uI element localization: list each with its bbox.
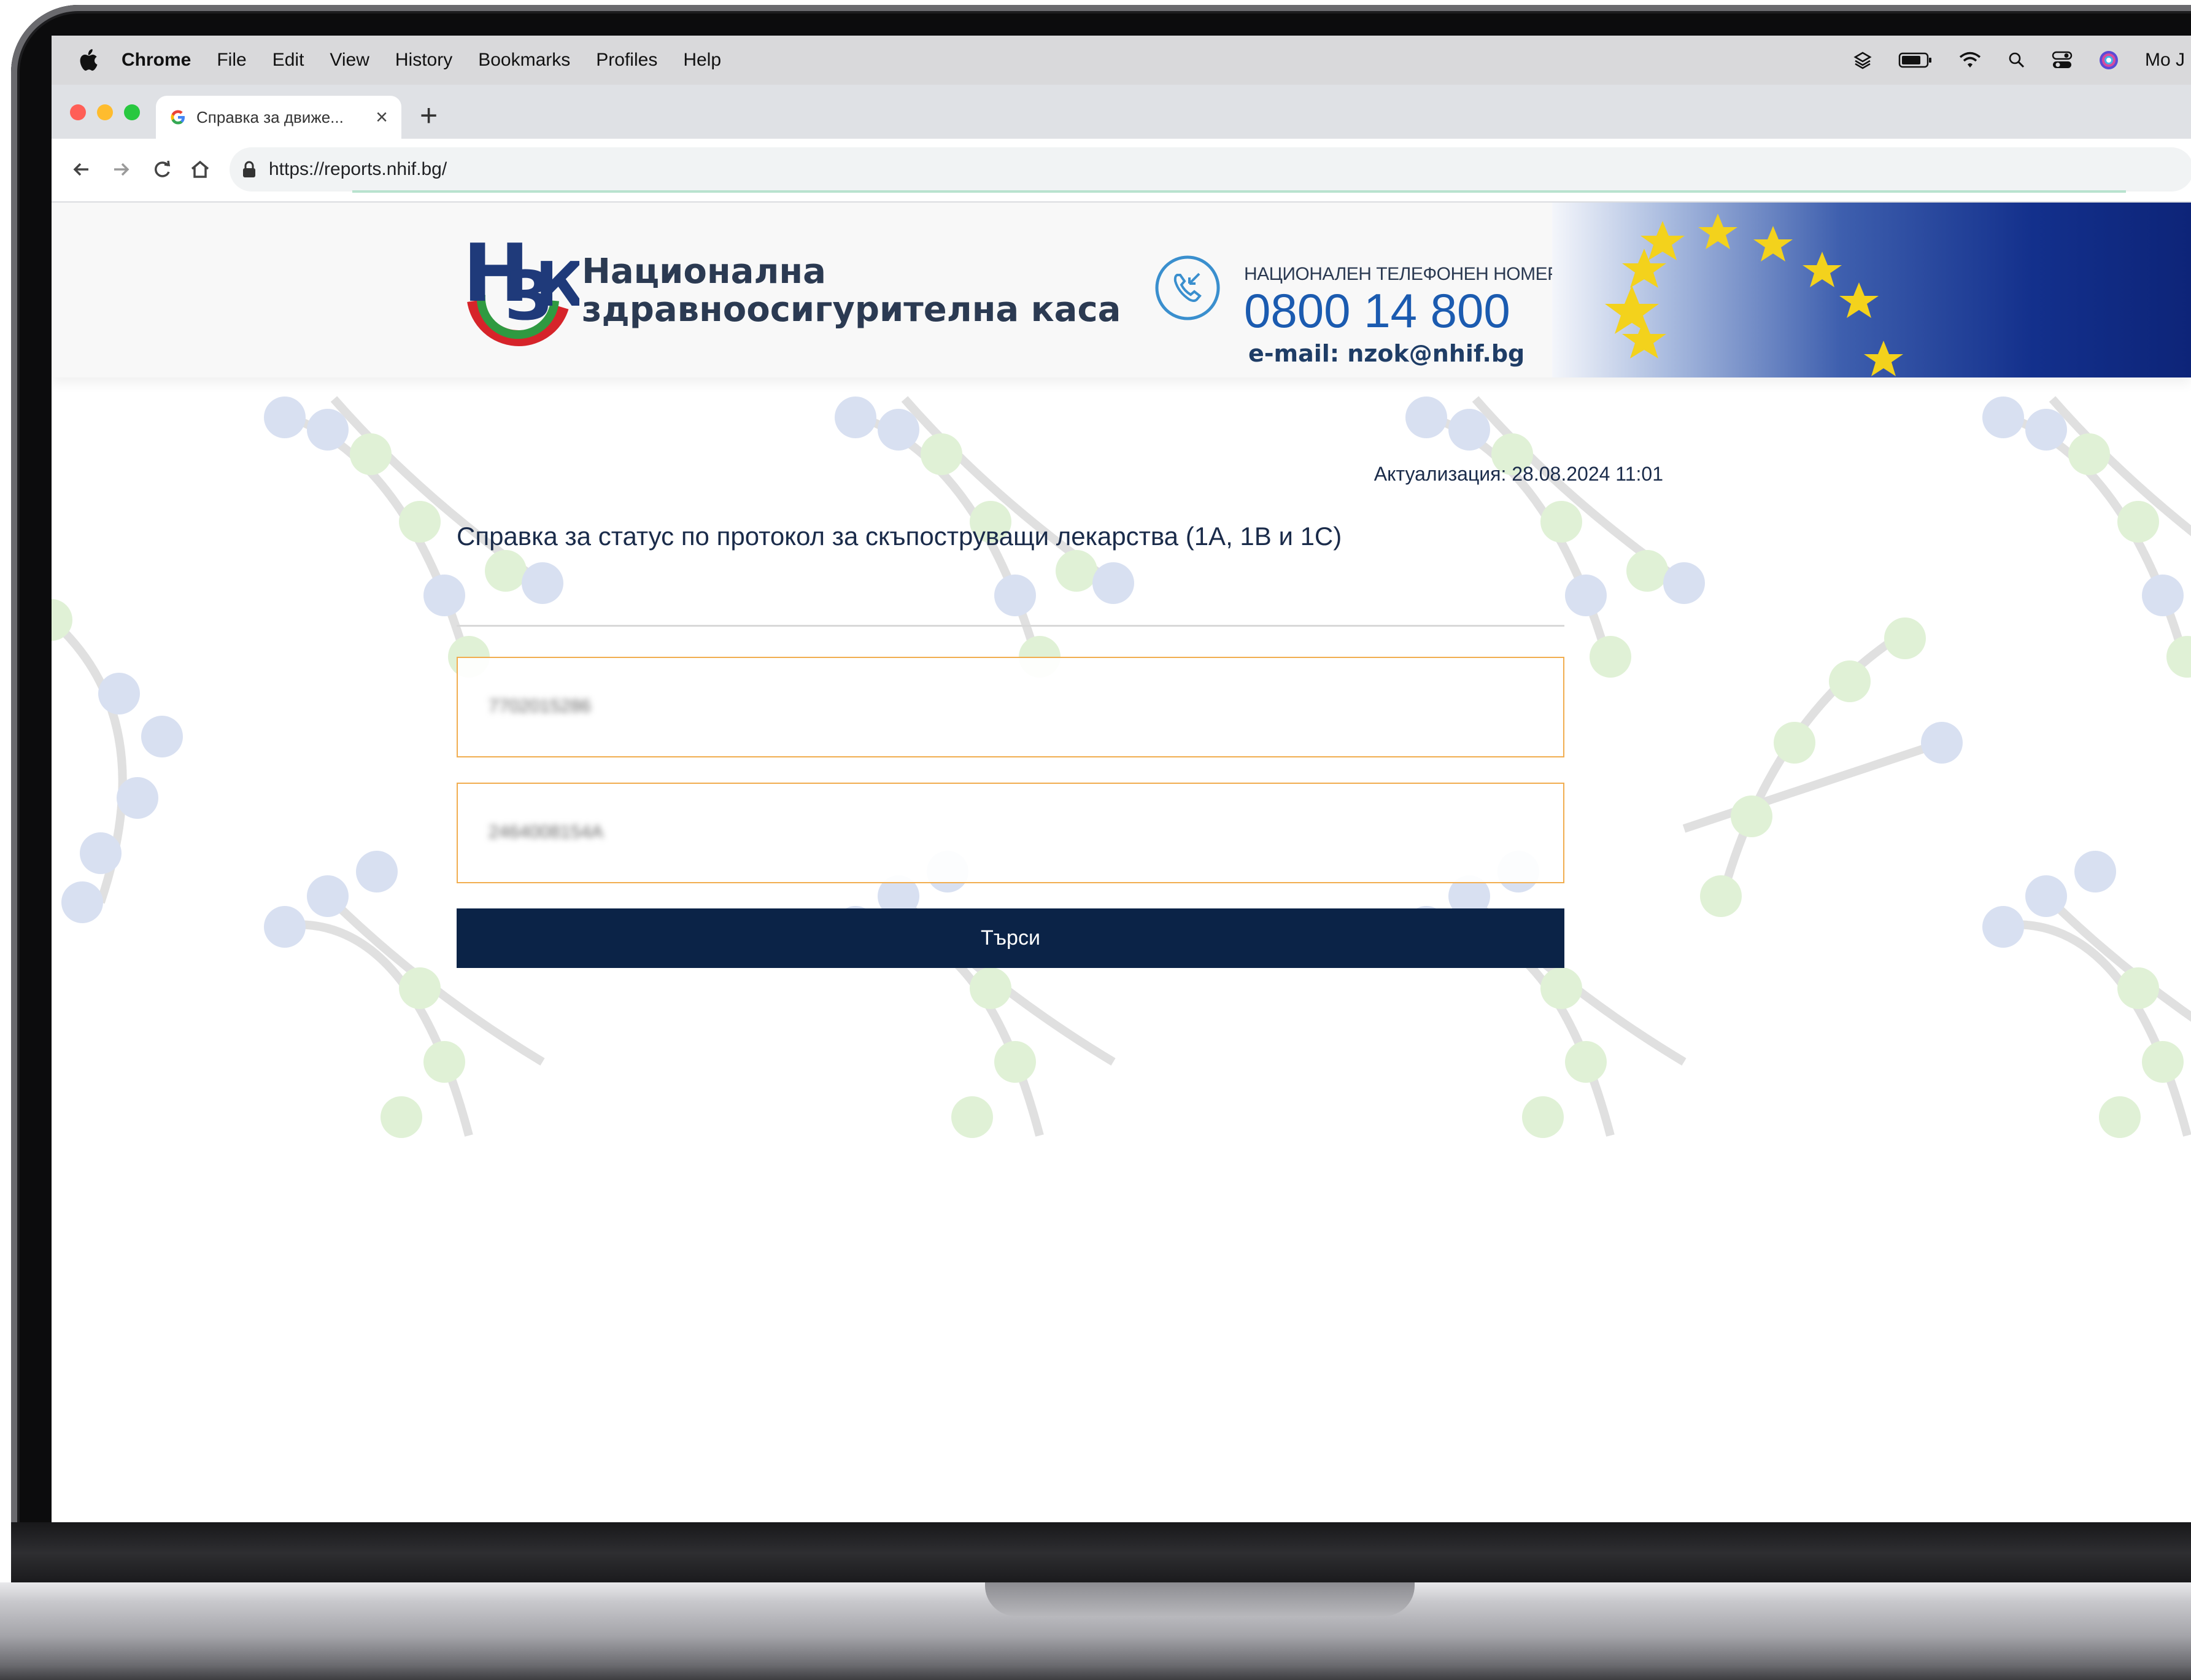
menu-history[interactable]: History bbox=[395, 50, 452, 71]
browser-tab[interactable]: Справка за движе... × bbox=[156, 96, 401, 139]
new-tab-button[interactable]: + bbox=[420, 97, 438, 134]
address-bar[interactable]: https://reports.nhif.bg/ bbox=[230, 147, 2191, 192]
page-title: Справка за статус по протокол за скъпост… bbox=[457, 522, 1342, 551]
minimize-window-button[interactable] bbox=[97, 104, 113, 120]
google-favicon-icon bbox=[171, 110, 185, 125]
wifi-icon[interactable] bbox=[1958, 51, 1982, 69]
menu-edit[interactable]: Edit bbox=[272, 50, 304, 71]
personal-id-value: 7702015286 bbox=[489, 696, 591, 716]
menu-bookmarks[interactable]: Bookmarks bbox=[478, 50, 570, 71]
phone-number[interactable]: 0800 14 800 bbox=[1244, 285, 1510, 336]
protocol-number-value: 2464008154A bbox=[489, 822, 603, 842]
tab-title: Справка за движе... bbox=[196, 107, 344, 126]
spotlight-search-icon[interactable] bbox=[2007, 51, 2026, 69]
macos-menubar: Chrome File Edit View History Bookmarks … bbox=[52, 36, 2191, 85]
last-updated-label: Актуализация: 28.08.2024 11:01 bbox=[1374, 463, 1663, 485]
menu-app-chrome[interactable]: Chrome bbox=[122, 50, 191, 71]
email-link[interactable]: e-mail: nzok@nhif.bg bbox=[1248, 340, 1524, 367]
menu-file[interactable]: File bbox=[217, 50, 246, 71]
screen: Chrome File Edit View History Bookmarks … bbox=[52, 36, 2191, 1522]
nhif-logo[interactable]: Н З К bbox=[457, 227, 579, 356]
reload-icon[interactable] bbox=[150, 157, 174, 182]
forward-icon[interactable] bbox=[109, 157, 134, 182]
eu-banner bbox=[1552, 203, 2191, 377]
search-button[interactable]: Търси bbox=[457, 908, 1564, 968]
control-center-icon[interactable] bbox=[2052, 50, 2073, 70]
close-window-button[interactable] bbox=[70, 104, 86, 120]
menu-help[interactable]: Help bbox=[683, 50, 721, 71]
laptop-hinge-notch bbox=[985, 1582, 1415, 1616]
laptop-bezel-bottom bbox=[11, 1522, 2191, 1584]
web-page: Н З К Национална здравноосигурителна кас… bbox=[52, 203, 2191, 1522]
organization-name: Национална здравноосигурителна каса bbox=[582, 253, 1121, 329]
home-icon[interactable] bbox=[188, 157, 212, 182]
dna-background-icon bbox=[1682, 617, 1963, 917]
eu-stars-icon bbox=[1605, 214, 1903, 376]
status-area: Mo J bbox=[1853, 36, 2191, 85]
personal-id-input[interactable]: 7702015286 bbox=[457, 657, 1564, 757]
tab-close-icon[interactable]: × bbox=[376, 106, 388, 130]
organization-name-line2: здравноосигурителна каса bbox=[582, 290, 1121, 330]
phone-icon bbox=[1155, 255, 1220, 320]
url-text[interactable]: https://reports.nhif.bg/ bbox=[269, 159, 447, 180]
svg-text:К: К bbox=[535, 249, 579, 320]
siri-icon[interactable] bbox=[2098, 50, 2119, 71]
phone-label: НАЦИОНАЛЕН ТЕЛЕФОНЕН НОМЕР bbox=[1244, 264, 1559, 284]
page-load-indicator bbox=[352, 190, 2126, 193]
battery-icon[interactable] bbox=[1898, 52, 1933, 69]
zoom-window-button[interactable] bbox=[124, 104, 140, 120]
organization-name-line1: Национална bbox=[582, 252, 826, 292]
protocol-number-input[interactable]: 2464008154A bbox=[457, 783, 1564, 883]
back-icon[interactable] bbox=[69, 157, 93, 182]
layers-icon[interactable] bbox=[1853, 50, 1872, 70]
menu-user-name[interactable]: Mo J bbox=[2145, 50, 2185, 71]
title-divider bbox=[457, 625, 1564, 627]
apple-icon[interactable] bbox=[79, 49, 99, 71]
menu-profiles[interactable]: Profiles bbox=[596, 50, 657, 71]
menu-view[interactable]: View bbox=[330, 50, 369, 71]
browser-toolbar: https://reports.nhif.bg/ bbox=[52, 139, 2191, 203]
lock-icon[interactable] bbox=[242, 160, 257, 179]
